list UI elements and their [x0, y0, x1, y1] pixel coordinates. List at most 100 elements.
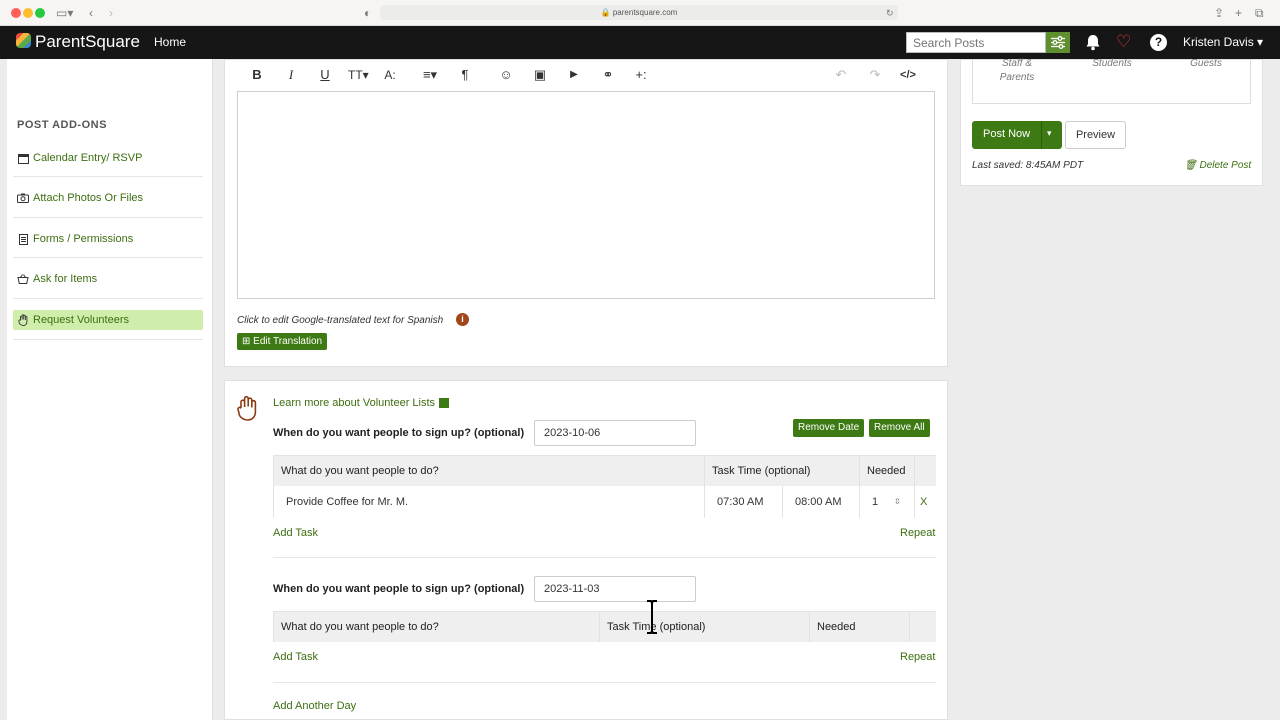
edit-translation-button[interactable]: ⊞ Edit Translation — [237, 333, 328, 350]
message-editor[interactable] — [237, 91, 935, 299]
underline-button[interactable]: U — [317, 67, 333, 83]
remove-all-button[interactable]: Remove All — [869, 419, 930, 437]
divider — [13, 339, 203, 340]
font-size-button[interactable]: TT▾ — [348, 67, 369, 83]
back-icon[interactable]: ‹ — [89, 5, 93, 21]
sidebar-toggle-icon[interactable]: ▭▾ — [56, 5, 73, 21]
addon-ask-for-items[interactable]: Ask for Items — [13, 269, 203, 289]
calendar-icon — [17, 153, 29, 164]
learn-more-link[interactable]: Learn more about Volunteer Lists — [273, 397, 450, 409]
basket-icon — [17, 274, 29, 284]
post-options-dropdown-icon[interactable]: ▾ — [1047, 128, 1052, 139]
audience-guests[interactable]: Guests — [1176, 57, 1236, 71]
repeat-link[interactable]: Repeat — [900, 527, 935, 539]
remove-date-button[interactable]: Remove Date — [793, 419, 865, 437]
image-icon[interactable]: ▣ — [532, 67, 548, 83]
forward-icon[interactable]: › — [109, 5, 113, 21]
stepper-arrows-icon[interactable]: ⇳ — [894, 486, 901, 518]
maximize-window-icon[interactable] — [35, 8, 45, 18]
day-divider — [273, 557, 936, 558]
user-menu[interactable]: Kristen Davis ▾ — [1183, 35, 1263, 49]
search-filter-button[interactable] — [1046, 32, 1070, 53]
divider — [13, 176, 203, 177]
signup-date-label: When do you want people to sign up? (opt… — [273, 427, 525, 439]
audience-students[interactable]: Students — [1082, 57, 1142, 71]
task-end-time[interactable]: 08:00 AM — [783, 486, 860, 518]
day-divider — [273, 682, 936, 683]
close-window-icon[interactable] — [11, 8, 21, 18]
needed-stepper[interactable]: 1 ⇳ — [860, 486, 915, 518]
font-size-label: TT — [348, 68, 363, 82]
col-header-needed: Needed — [810, 612, 910, 642]
signup-date-label: When do you want people to sign up? (opt… — [273, 583, 525, 595]
last-saved-text: Last saved: 8:45AM PDT — [972, 160, 1084, 171]
share-icon[interactable]: ⇪ — [1214, 5, 1224, 21]
preview-button[interactable]: Preview — [1065, 121, 1126, 149]
link-icon[interactable]: ⚭ — [600, 67, 616, 83]
new-tab-icon[interactable]: + — [1235, 5, 1242, 21]
col-header-remove — [910, 612, 936, 642]
hand-icon — [17, 314, 29, 326]
delete-post-label: Delete Post — [1199, 160, 1252, 171]
col-header-remove — [915, 456, 936, 486]
code-view-icon[interactable]: </> — [900, 67, 916, 83]
audience-staff-parents[interactable]: Staff & Parents — [987, 57, 1047, 85]
addon-label: Calendar Entry/ RSVP — [33, 152, 143, 164]
parentsquare-logo-icon[interactable] — [16, 33, 31, 48]
favorites-heart-icon[interactable]: ♡ — [1116, 33, 1131, 51]
external-link-icon — [439, 398, 450, 408]
minimize-window-icon[interactable] — [23, 8, 33, 18]
task-table: What do you want people to do? Task Time… — [273, 611, 936, 642]
italic-button[interactable]: I — [283, 67, 299, 83]
task-name-input[interactable]: Provide Coffee for Mr. M. — [274, 486, 705, 518]
add-task-link[interactable]: Add Task — [273, 651, 318, 663]
post-addons-sidebar: POST ADD-ONS Calendar Entry/ RSVP Attach… — [7, 59, 213, 720]
col-header-needed: Needed — [860, 456, 915, 486]
info-icon[interactable]: i — [456, 313, 469, 326]
lock-icon: 🔒 — [600, 8, 611, 17]
emoji-icon[interactable]: ☺ — [498, 67, 514, 83]
search-input[interactable] — [906, 32, 1046, 53]
address-bar[interactable]: 🔒 parentsquare.com — [380, 5, 898, 20]
add-another-day-link[interactable]: Add Another Day — [273, 700, 356, 712]
task-start-time[interactable]: 07:30 AM — [705, 486, 783, 518]
paragraph-button[interactable]: ¶ — [457, 67, 473, 83]
insert-more-button[interactable]: +: — [633, 67, 649, 83]
text-cursor-icon — [647, 600, 657, 634]
tabs-overview-icon[interactable]: ⧉ — [1255, 5, 1264, 21]
addon-request-volunteers[interactable]: Request Volunteers — [13, 310, 203, 330]
signup-date-input[interactable]: 2023-11-03 — [534, 576, 696, 602]
repeat-link[interactable]: Repeat — [900, 651, 935, 663]
undo-icon[interactable]: ↶ — [833, 67, 849, 83]
url-text: parentsquare.com — [612, 8, 678, 17]
help-icon[interactable]: ? — [1150, 34, 1167, 51]
col-header-time: Task Time (optional) — [600, 612, 810, 642]
video-icon[interactable]: ▶ — [566, 67, 582, 83]
text-color-button[interactable]: A: — [382, 67, 398, 83]
notifications-bell-icon[interactable] — [1085, 34, 1101, 51]
add-task-link[interactable]: Add Task — [273, 527, 318, 539]
signup-date-input[interactable]: 2023-10-06 — [534, 420, 696, 446]
divider — [13, 257, 203, 258]
delete-post-link[interactable]: 🗑 Delete Post — [1184, 160, 1251, 171]
align-button[interactable]: ≡▾ — [422, 67, 438, 83]
bold-button[interactable]: B — [249, 67, 265, 83]
redo-icon[interactable]: ↷ — [867, 67, 883, 83]
addon-forms-permissions[interactable]: Forms / Permissions — [13, 229, 203, 249]
learn-more-text: Learn more about Volunteer Lists — [273, 397, 436, 409]
divider — [13, 298, 203, 299]
trash-icon: 🗑 — [1184, 160, 1197, 171]
remove-task-button[interactable]: X — [915, 486, 936, 518]
browser-toolbar: ▭▾ ‹ › ◐ 🔒 parentsquare.com ↻ ⇪ + ⧉ — [0, 0, 1280, 26]
addon-calendar-entry[interactable]: Calendar Entry/ RSVP — [13, 148, 203, 168]
addon-attach-photos[interactable]: Attach Photos Or Files — [13, 188, 203, 208]
brand-name[interactable]: ParentSquare — [35, 32, 140, 52]
camera-icon — [17, 193, 29, 203]
post-now-label: Post Now — [983, 128, 1031, 140]
reload-icon[interactable]: ↻ — [886, 5, 894, 21]
nav-home-link[interactable]: Home — [154, 35, 186, 49]
user-name: Kristen Davis — [1183, 35, 1254, 49]
privacy-shield-icon[interactable]: ◐ — [364, 5, 371, 21]
task-table: What do you want people to do? Task Time… — [273, 455, 936, 518]
addon-label: Ask for Items — [33, 273, 98, 285]
